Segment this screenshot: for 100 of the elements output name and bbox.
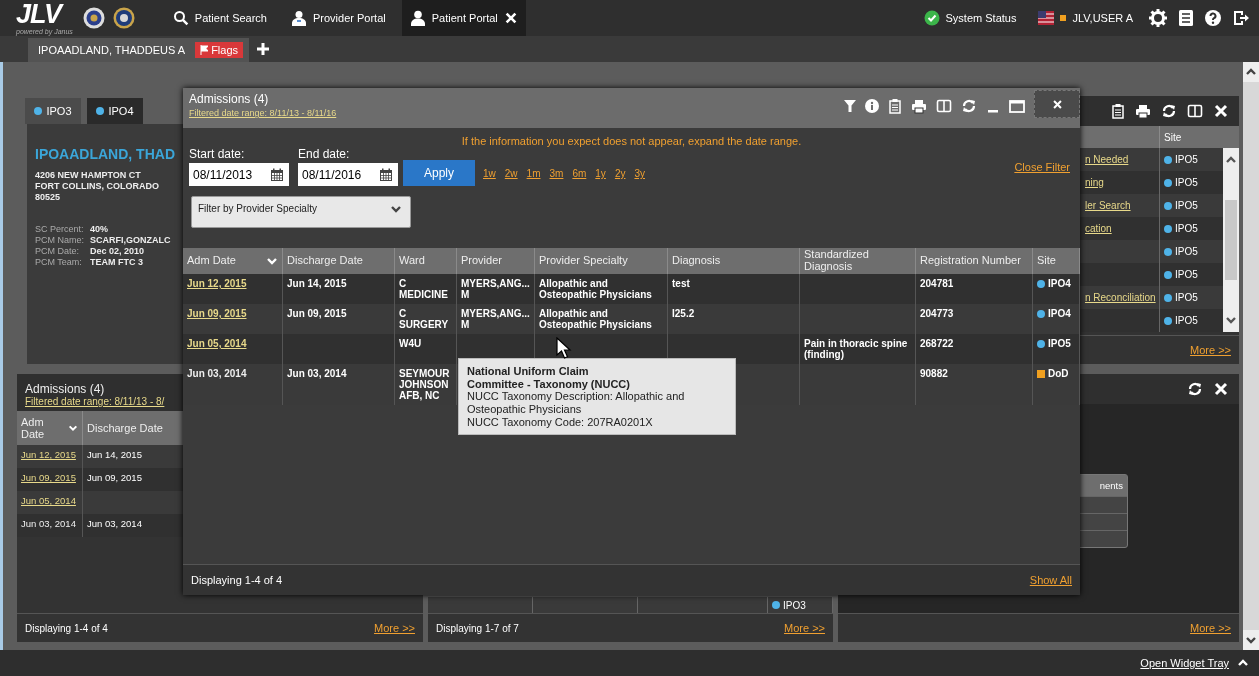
help-icon[interactable] <box>1205 10 1221 26</box>
filter-icon[interactable] <box>844 100 856 112</box>
close-icon[interactable] <box>1213 103 1229 119</box>
more-link[interactable]: More >> <box>374 622 415 634</box>
check-circle-icon <box>923 10 940 26</box>
table-cell: Jun 03, 2014 <box>187 368 247 379</box>
table-cell: 204773 <box>920 308 954 319</box>
table-cell: Jun 03, 2014 <box>287 368 347 379</box>
range-link[interactable]: 6m <box>572 168 587 179</box>
date-range-link[interactable]: Filtered date range: 8/11/13 - 8/ <box>25 396 165 407</box>
specialty-dropdown[interactable]: Filter by Provider Specialty <box>191 196 411 228</box>
scrollbar[interactable] <box>1223 148 1239 332</box>
show-all-link[interactable]: Show All <box>1029 574 1072 586</box>
system-status-button[interactable]: System Status <box>923 10 1017 26</box>
tooltip-text: NUCC Taxonomy Description: Allopathic and Osteopathic Physicians <box>467 390 686 416</box>
columns-icon[interactable] <box>1187 103 1203 119</box>
nav-tab[interactable]: Patient Search <box>172 0 267 36</box>
table-cell: Jun 03, 2014 <box>87 518 142 529</box>
cursor-icon <box>556 337 572 359</box>
table-cell: MYERS,ANG... M <box>461 278 530 300</box>
range-link[interactable]: 1w <box>483 168 496 179</box>
close-icon <box>1051 98 1063 110</box>
scrollbar[interactable] <box>1243 62 1259 650</box>
open-widget-tray-link[interactable]: Open Widget Tray <box>1140 657 1229 669</box>
add-icon[interactable] <box>257 43 270 55</box>
range-link[interactable]: 2w <box>504 168 518 179</box>
refresh-icon[interactable] <box>1161 103 1177 119</box>
field-value: 40% <box>90 224 110 236</box>
site-text: IPO5 <box>1175 292 1198 303</box>
maximize-icon[interactable] <box>1009 99 1025 113</box>
date-link[interactable]: Jun 05, 2014 <box>187 338 247 349</box>
table-link[interactable]: ning <box>1085 177 1104 188</box>
user-menu[interactable]: JLV,USER A <box>1072 12 1133 24</box>
range-link[interactable]: 2y <box>614 168 626 179</box>
scrollbar-thumb[interactable] <box>1225 200 1237 280</box>
flag-icon <box>200 45 209 55</box>
table-cell: C MEDICINE <box>399 278 448 300</box>
table-link[interactable]: ler Search <box>1085 200 1131 211</box>
info-icon[interactable] <box>865 99 879 113</box>
more-link[interactable]: More >> <box>784 622 825 634</box>
table-cell: Jun 14, 2015 <box>287 278 347 289</box>
range-link[interactable]: 1y <box>595 168 606 179</box>
date-range-link[interactable]: Filtered date range: 8/11/13 - 8/11/16 <box>189 108 337 118</box>
search-icon <box>172 10 189 26</box>
close-filter-link[interactable]: Close Filter <box>1014 160 1070 173</box>
apply-button[interactable]: Apply <box>403 160 475 186</box>
refresh-icon[interactable] <box>1187 381 1203 397</box>
record-count: Displaying 1-4 of 4 <box>191 574 283 586</box>
site-text: IPO5 <box>1175 200 1198 211</box>
field-value: Dec 02, 2010 <box>90 246 146 257</box>
site-tab[interactable]: IPO4 <box>87 98 143 124</box>
flags-badge[interactable]: Flags <box>195 42 244 58</box>
close-button[interactable] <box>1034 90 1080 118</box>
print-icon[interactable] <box>911 98 927 114</box>
range-link[interactable]: 3m <box>549 168 564 179</box>
settings-icon[interactable] <box>1149 9 1167 27</box>
scroll-up-button[interactable] <box>1243 62 1259 82</box>
field-label: PCM Team: <box>35 256 83 268</box>
more-link[interactable]: More >> <box>1190 622 1231 634</box>
tooltip-title: National Uniform Claim Committee - Taxonomy (NUCC) <box>467 365 631 391</box>
close-icon[interactable] <box>1213 381 1229 397</box>
chevron-down-icon <box>390 203 402 215</box>
close-icon[interactable] <box>503 11 518 25</box>
print-icon[interactable] <box>1135 103 1151 119</box>
site-text: IPO4 <box>1048 308 1071 319</box>
date-link[interactable]: Jun 09, 2015 <box>21 472 76 483</box>
seal-icon <box>112 7 135 29</box>
table-link[interactable]: n Needed <box>1085 154 1129 165</box>
table-cell: 204781 <box>920 278 954 289</box>
dialog-title: Admissions (4) <box>189 92 270 106</box>
field-label: PCM Name: <box>35 235 84 246</box>
list-icon[interactable] <box>1179 10 1193 26</box>
clipboard-icon[interactable] <box>1111 103 1125 119</box>
table-cell: MYERS,ANG... M <box>461 308 530 330</box>
site-text: IPO5 <box>1175 246 1198 257</box>
chevron-down-icon <box>1245 634 1257 646</box>
table-link[interactable]: cation <box>1085 223 1112 234</box>
range-link[interactable]: 3y <box>634 168 645 179</box>
user-icon <box>409 10 426 26</box>
logout-icon[interactable] <box>1233 10 1249 26</box>
date-link[interactable]: Jun 05, 2014 <box>21 495 76 506</box>
site-text: DoD <box>1048 368 1069 379</box>
patient-tab-label: IPOAADLAND, THADDEUS A <box>38 44 186 56</box>
field-label: SC Percent: <box>35 224 84 236</box>
table-cell: Allopathic and Osteopathic Physicians <box>539 278 652 300</box>
more-link[interactable]: More >> <box>1190 344 1231 356</box>
field-value: SCARFI,GONZALC <box>90 235 171 246</box>
nav-tab[interactable]: Provider Portal <box>291 0 386 36</box>
flag-icon <box>1038 11 1055 25</box>
scroll-down-button[interactable] <box>1243 630 1259 650</box>
start-date-field[interactable]: 08/11/2013 <box>189 163 289 186</box>
clipboard-icon[interactable] <box>888 98 902 114</box>
date-link[interactable]: Jun 09, 2015 <box>187 308 247 319</box>
table-link[interactable]: n Reconciliation <box>1085 292 1156 303</box>
site-tab[interactable]: IPO3 <box>25 98 81 124</box>
range-link[interactable]: 1m <box>526 168 541 179</box>
patient-tab[interactable]: IPOAADLAND, THADDEUS A Flags <box>28 38 250 62</box>
end-date-field[interactable]: 08/11/2016 <box>298 163 398 186</box>
date-link[interactable]: Jun 12, 2015 <box>187 278 247 289</box>
date-link[interactable]: Jun 12, 2015 <box>21 449 76 460</box>
